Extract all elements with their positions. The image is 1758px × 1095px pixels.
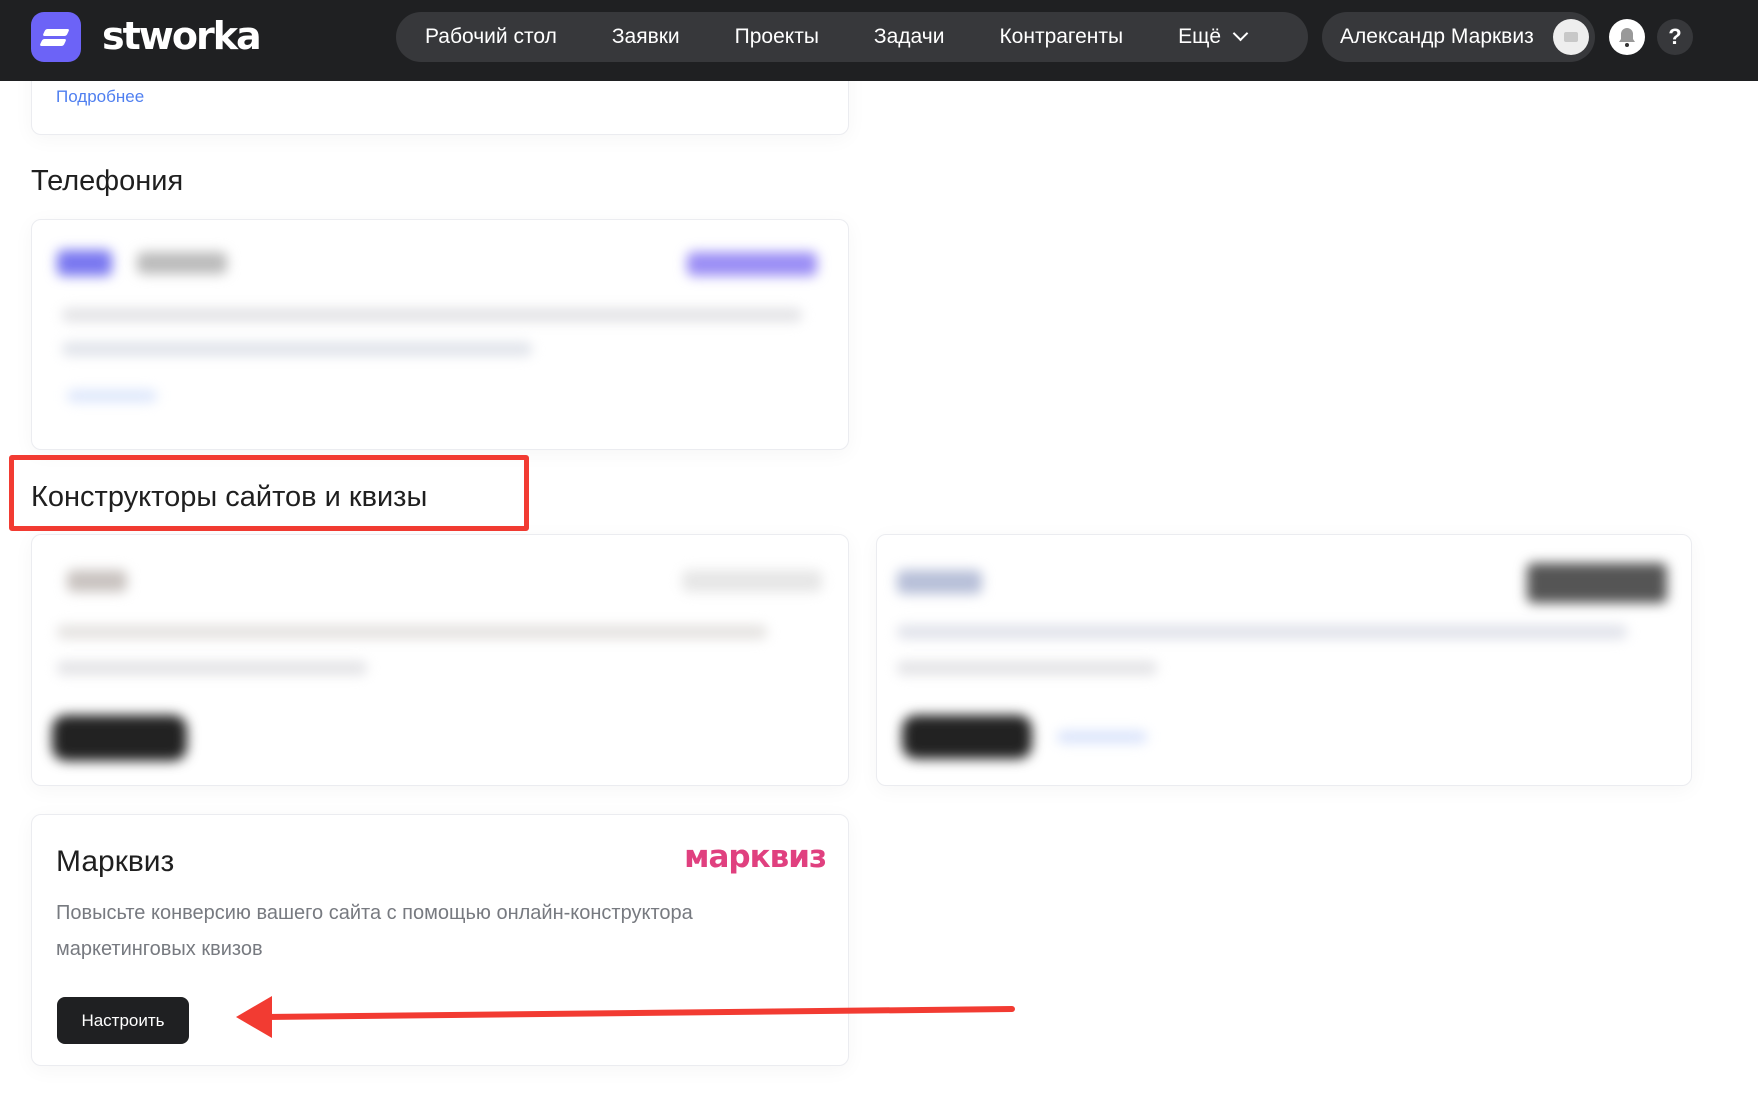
red-arrow-annotation (236, 996, 1015, 1038)
